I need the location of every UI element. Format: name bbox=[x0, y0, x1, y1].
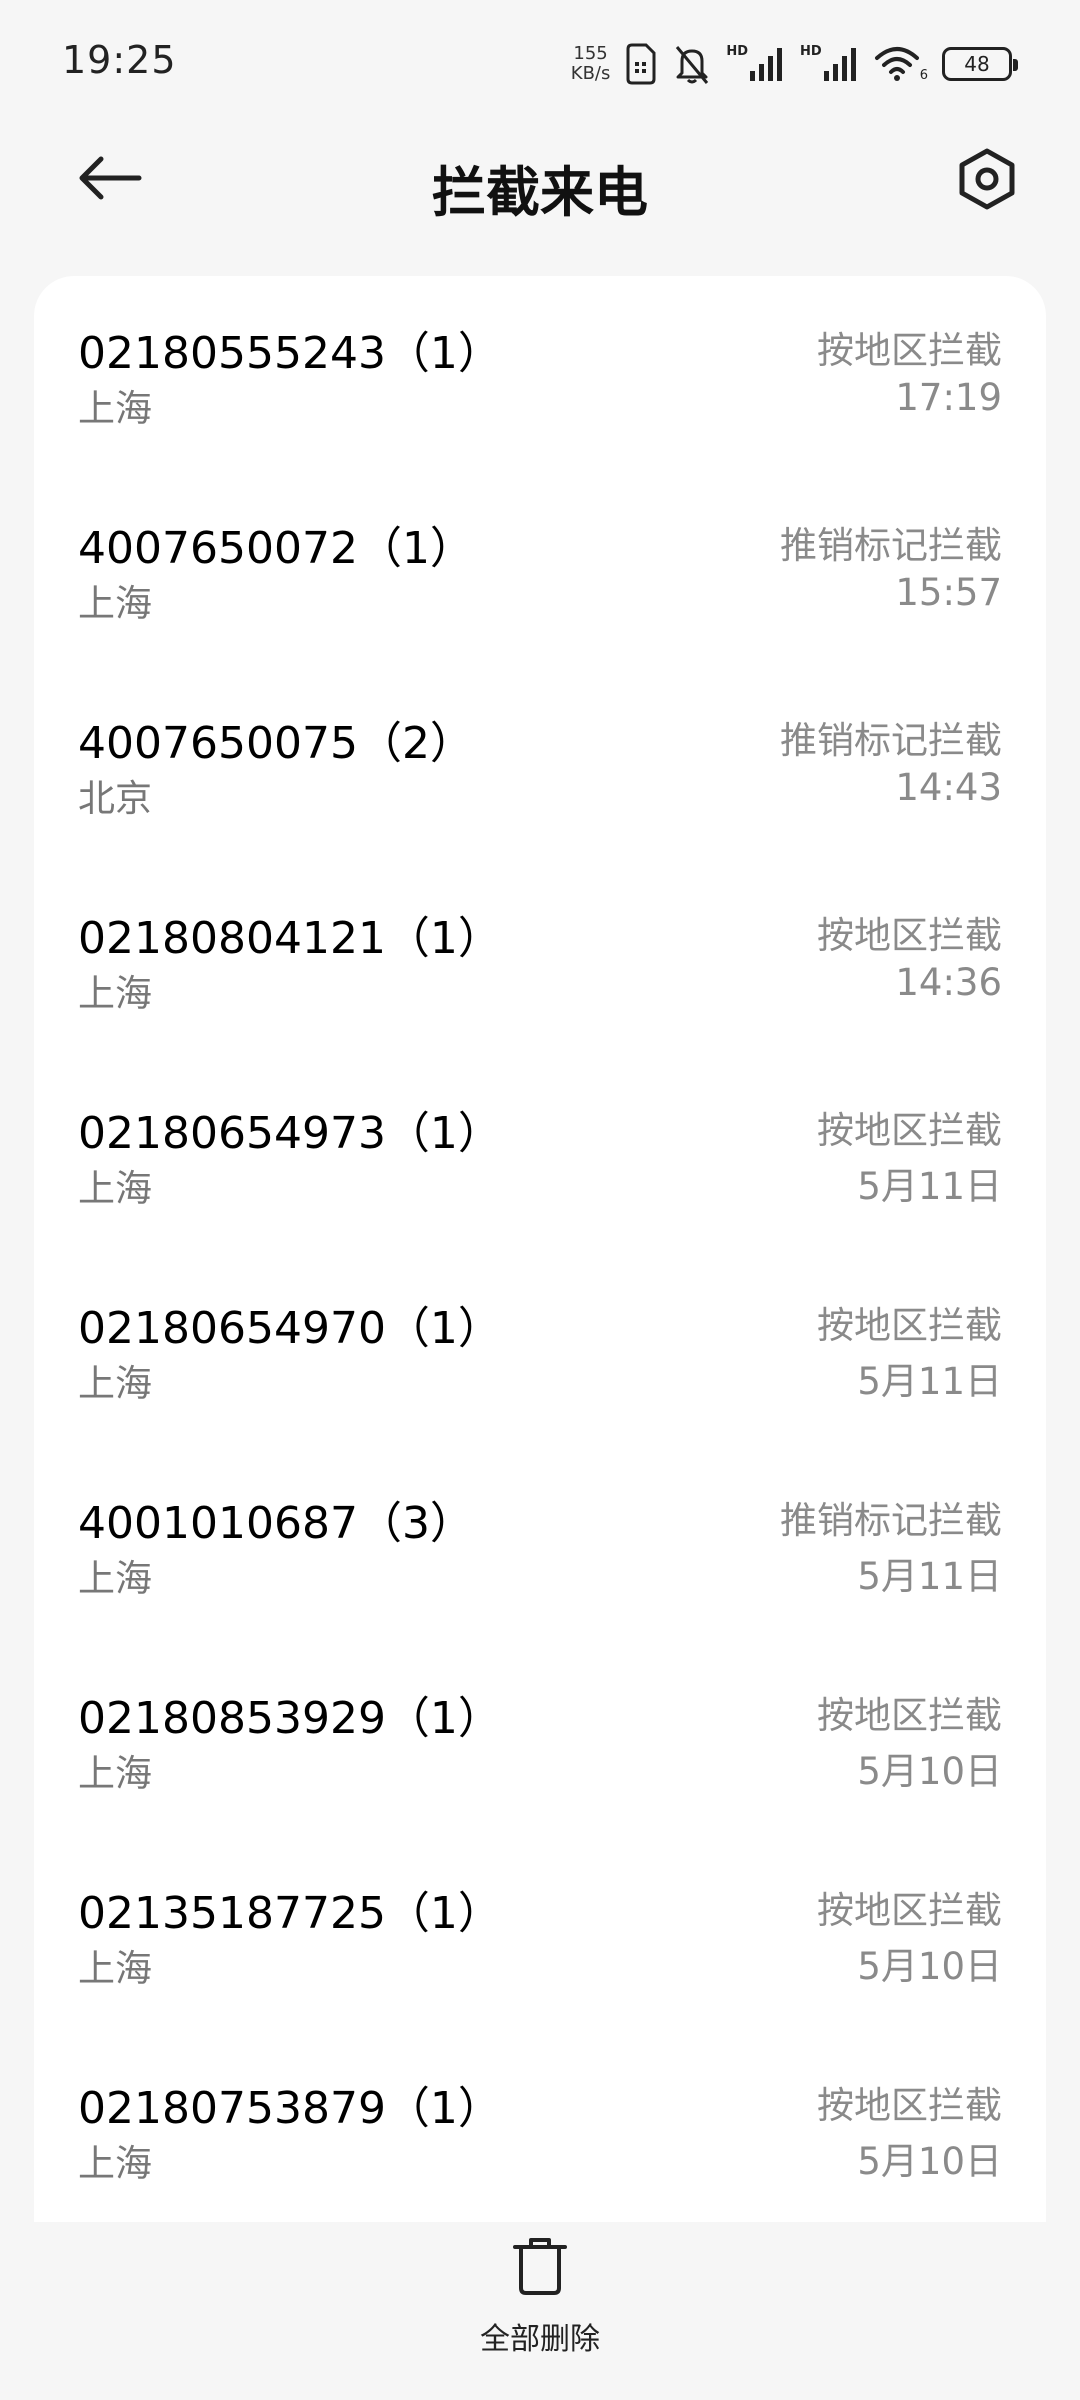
blocked-call-list[interactable]: 02180555243（1） 上海 按地区拦截 17:19 4007650072… bbox=[34, 276, 1046, 2222]
network-speed-value: 155 bbox=[573, 43, 608, 64]
signal-hd-label-2: HD bbox=[800, 44, 822, 59]
call-time: 5月11日 bbox=[857, 1165, 1002, 1208]
block-reason: 按地区拦截 bbox=[817, 329, 1002, 372]
call-number: 02180654970（1） bbox=[78, 1303, 502, 1354]
status-bar: 19:25 155 KB/s HD HD 6 48 bbox=[0, 0, 1080, 120]
list-item[interactable]: 02180853929（1） 上海 按地区拦截 5月10日 bbox=[34, 1641, 1046, 1836]
wifi-level: 6 bbox=[919, 68, 928, 83]
call-location: 上海 bbox=[78, 1362, 152, 1405]
delete-all-button[interactable]: 全部删除 bbox=[440, 2236, 640, 2376]
signal-icon-2: HD bbox=[800, 45, 860, 83]
list-item[interactable]: 4007650072（1） 上海 推销标记拦截 15:57 bbox=[34, 471, 1046, 666]
call-location: 上海 bbox=[78, 972, 152, 1015]
block-reason: 按地区拦截 bbox=[817, 1304, 1002, 1347]
call-number: 4007650075（2） bbox=[78, 718, 474, 769]
call-time: 5月11日 bbox=[857, 1360, 1002, 1403]
signal-hd-label-1: HD bbox=[726, 44, 749, 59]
status-icons: 155 KB/s HD HD 6 48 bbox=[571, 38, 1018, 90]
call-time: 5月11日 bbox=[857, 1555, 1002, 1598]
trash-icon bbox=[511, 2236, 569, 2300]
list-item[interactable]: 4007650075（2） 北京 推销标记拦截 14:43 bbox=[34, 666, 1046, 861]
block-reason: 按地区拦截 bbox=[817, 914, 1002, 957]
list-item[interactable]: 02180804121（1） 上海 按地区拦截 14:36 bbox=[34, 861, 1046, 1056]
call-time: 14:36 bbox=[895, 961, 1002, 1004]
settings-button[interactable] bbox=[954, 148, 1020, 214]
block-reason: 推销标记拦截 bbox=[780, 524, 1002, 567]
call-number: 4001010687（3） bbox=[78, 1498, 474, 1549]
sim-card-icon bbox=[624, 43, 658, 85]
call-time: 14:43 bbox=[895, 766, 1002, 809]
block-reason: 按地区拦截 bbox=[817, 2084, 1002, 2127]
call-time: 15:57 bbox=[895, 571, 1002, 614]
call-time: 5月10日 bbox=[857, 1750, 1002, 1793]
list-item[interactable]: 02180654973（1） 上海 按地区拦截 5月11日 bbox=[34, 1056, 1046, 1251]
call-number: 4007650072（1） bbox=[78, 523, 474, 574]
list-item[interactable]: 02180654970（1） 上海 按地区拦截 5月11日 bbox=[34, 1251, 1046, 1446]
call-location: 北京 bbox=[78, 777, 152, 820]
block-reason: 推销标记拦截 bbox=[780, 719, 1002, 762]
call-location: 上海 bbox=[78, 582, 152, 625]
call-location: 上海 bbox=[78, 1752, 152, 1795]
call-location: 上海 bbox=[78, 1167, 152, 1210]
network-speed: 155 KB/s bbox=[571, 44, 611, 84]
call-location: 上海 bbox=[78, 1557, 152, 1600]
call-number: 02180555243（1） bbox=[78, 328, 502, 379]
block-reason: 推销标记拦截 bbox=[780, 1499, 1002, 1542]
delete-all-label: 全部删除 bbox=[480, 2322, 600, 2357]
gear-icon bbox=[958, 148, 1016, 214]
battery-icon: 48 bbox=[942, 47, 1018, 81]
call-number: 02180654973（1） bbox=[78, 1108, 502, 1159]
battery-level: 48 bbox=[964, 52, 990, 76]
list-item[interactable]: 02135187725（1） 上海 按地区拦截 5月10日 bbox=[34, 1836, 1046, 2031]
app-header: 拦截来电 bbox=[0, 120, 1080, 240]
bottom-action-bar: 全部删除 bbox=[0, 2222, 1080, 2400]
list-item[interactable]: 4001010687（3） 上海 推销标记拦截 5月11日 bbox=[34, 1446, 1046, 1641]
wifi-icon: 6 bbox=[874, 45, 928, 83]
call-number: 02180753879（1） bbox=[78, 2083, 502, 2134]
page-title: 拦截来电 bbox=[432, 161, 648, 224]
list-item[interactable]: 02180753879（1） 上海 按地区拦截 5月10日 bbox=[34, 2031, 1046, 2222]
block-reason: 按地区拦截 bbox=[817, 1109, 1002, 1152]
call-location: 上海 bbox=[78, 1947, 152, 1990]
block-reason: 按地区拦截 bbox=[817, 1889, 1002, 1932]
call-time: 5月10日 bbox=[857, 1945, 1002, 1988]
call-time: 5月10日 bbox=[857, 2140, 1002, 2183]
status-time: 19:25 bbox=[62, 38, 177, 82]
call-location: 上海 bbox=[78, 2142, 152, 2185]
call-number: 02180853929（1） bbox=[78, 1693, 502, 1744]
bell-muted-icon bbox=[672, 43, 712, 85]
call-location: 上海 bbox=[78, 387, 152, 430]
call-number: 02180804121（1） bbox=[78, 913, 502, 964]
network-speed-unit: KB/s bbox=[570, 63, 611, 84]
call-number: 02135187725（1） bbox=[78, 1888, 502, 1939]
block-reason: 按地区拦截 bbox=[817, 1694, 1002, 1737]
call-time: 17:19 bbox=[895, 376, 1002, 419]
list-item[interactable]: 02180555243（1） 上海 按地区拦截 17:19 bbox=[34, 276, 1046, 471]
signal-icon-1: HD bbox=[726, 45, 786, 83]
